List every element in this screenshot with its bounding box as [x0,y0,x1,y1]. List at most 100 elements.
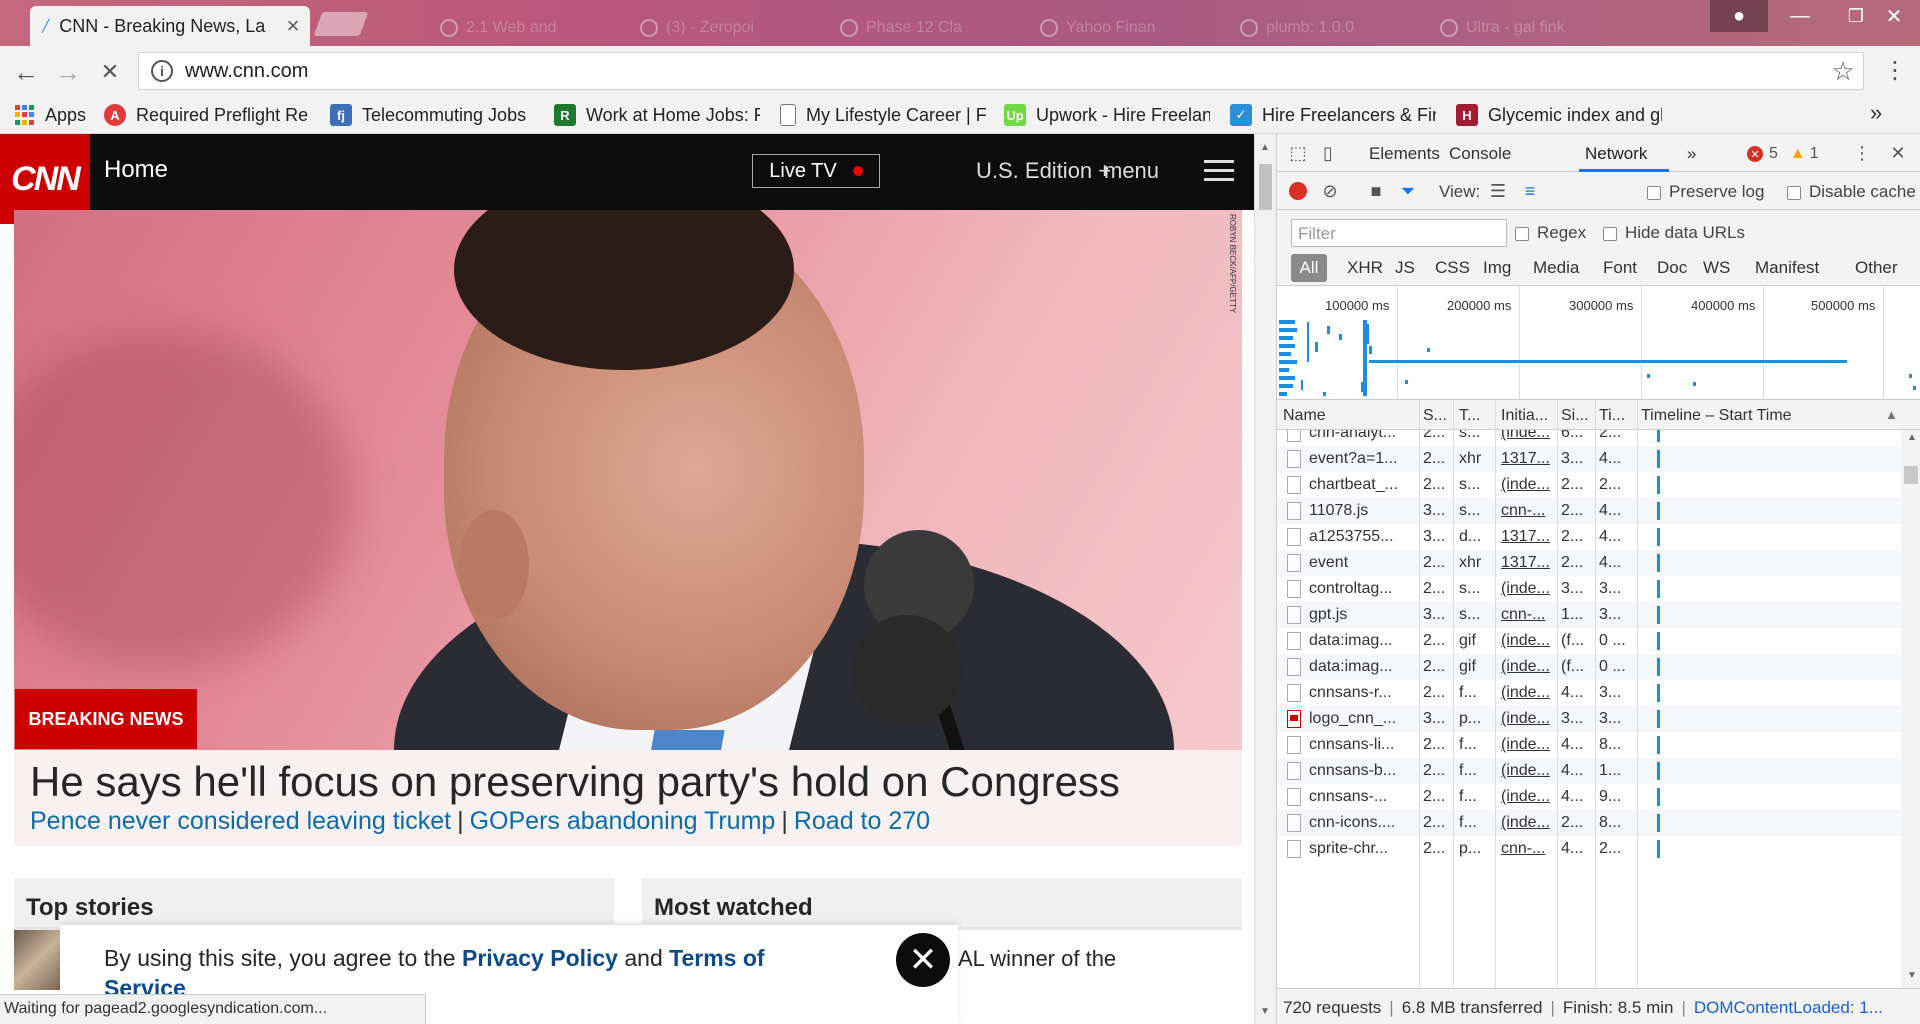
col-status[interactable]: S... [1423,407,1451,425]
rows-scrollbar[interactable]: ▲ ▼ [1901,430,1920,988]
scroll-up-icon[interactable]: ▲ [1907,432,1917,443]
devtools-menu-icon[interactable]: ⋮ [1849,140,1875,166]
disable-cache-checkbox[interactable]: Disable cache [1787,182,1916,202]
story-thumbnail[interactable] [14,930,60,990]
type-filter-css[interactable]: CSS [1435,258,1470,278]
table-row[interactable]: data:imag... 2... gif (inde... (f... 0 ... [1277,628,1901,654]
table-row[interactable]: sprite-chr... 2... p... cnn-... 4... 2... [1277,836,1901,862]
bookmarks-more-icon[interactable]: » [1870,100,1882,126]
capture-screenshots-icon[interactable]: ■ [1363,178,1389,204]
bookmark-glycemic[interactable]: H Glycemic index and gl [1456,100,1662,130]
site-info-icon[interactable]: i [151,60,173,82]
cell-initiator[interactable]: (inde... [1501,788,1553,806]
type-filter-js[interactable]: JS [1395,258,1415,278]
edition-selector[interactable]: U.S. Edition + [976,158,1111,184]
col-initiator[interactable]: Initia... [1501,407,1553,425]
type-filter-media[interactable]: Media [1533,258,1579,278]
close-icon[interactable]: ✕ [896,933,950,987]
cell-initiator[interactable]: (inde... [1501,736,1553,754]
stop-reload-button[interactable]: ✕ [94,56,126,88]
cell-initiator[interactable]: cnn-... [1501,606,1553,624]
type-filter-all[interactable]: All [1291,254,1327,282]
menu-label[interactable]: menu [1104,158,1159,184]
related-link[interactable]: Pence never considered leaving ticket [30,807,451,835]
type-filter-manifest[interactable]: Manifest [1755,258,1819,278]
cell-initiator[interactable]: cnn-... [1501,840,1553,858]
cell-initiator[interactable]: cnn-... [1501,502,1553,520]
type-filter-doc[interactable]: Doc [1657,258,1687,278]
cell-initiator[interactable]: (inde... [1501,710,1553,728]
headline-link[interactable]: He says he'll focus on preserving party'… [30,758,1120,806]
tab-cnn[interactable]: ╱ CNN - Breaking News, La × [30,6,310,46]
back-button[interactable]: ← [10,56,42,88]
bookmark-freelancer[interactable]: ✓ Hire Freelancers & Fin [1230,100,1436,130]
page-scrollbar[interactable]: ▲ ▼ [1254,134,1276,1024]
table-row[interactable]: cnnsans-r... 2... f... (inde... 4... 3... [1277,680,1901,706]
cell-initiator[interactable]: 1317... [1501,528,1553,546]
bookmark-work-at-home[interactable]: R Work at Home Jobs: F [554,100,760,130]
col-time[interactable]: Ti... [1599,407,1625,425]
scroll-thumb[interactable] [1904,466,1918,484]
tab-background[interactable]: Ultra - gal fink [1440,8,1565,48]
tab-close-icon[interactable]: × [276,13,310,39]
device-toolbar-icon[interactable]: ▯ [1315,140,1341,166]
cell-initiator[interactable]: (inde... [1501,762,1553,780]
tab-elements[interactable]: Elements [1369,144,1440,164]
large-rows-icon[interactable]: ☰ [1485,178,1511,204]
clear-icon[interactable]: ⊘ [1317,178,1343,204]
inspect-element-icon[interactable]: ⬚ [1285,140,1311,166]
hero-image[interactable] [14,210,1242,750]
sort-arrow-icon[interactable]: ▲ [1885,407,1898,422]
type-filter-img[interactable]: Img [1483,258,1511,278]
scroll-up-icon[interactable]: ▲ [1260,142,1270,153]
network-overview[interactable]: 100000 ms 200000 ms 300000 ms 400000 ms … [1277,286,1920,400]
record-icon[interactable] [1289,182,1307,200]
address-bar[interactable]: i www.cnn.com ☆ [138,52,1864,90]
cell-initiator[interactable]: (inde... [1501,632,1553,650]
type-filter-ws[interactable]: WS [1703,258,1730,278]
filter-input[interactable]: Filter [1291,219,1507,247]
cell-initiator[interactable]: (inde... [1501,430,1553,442]
cell-initiator[interactable]: (inde... [1501,476,1553,494]
type-filter-xhr[interactable]: XHR [1347,258,1383,278]
table-row[interactable]: logo_cnn_... 3... p... (inde... 3... 3... [1277,706,1901,732]
table-row[interactable]: gpt.js 3... s... cnn-... 1... 3... [1277,602,1901,628]
overview-icon[interactable]: ≡ [1517,178,1543,204]
tab-background[interactable]: 2.1 Web and [440,8,556,48]
live-tv-button[interactable]: Live TV [752,154,880,188]
table-row[interactable]: cnnsans-... 2... f... (inde... 4... 9... [1277,784,1901,810]
bookmark-upwork[interactable]: Up Upwork - Hire Freelan [1004,100,1210,130]
url-text[interactable]: www.cnn.com [185,60,1823,83]
preserve-log-checkbox[interactable]: Preserve log [1647,182,1764,202]
more-tabs-icon[interactable]: » [1687,144,1696,164]
tab-background[interactable]: Phase 12 Cla [840,8,962,48]
type-filter-other[interactable]: Other [1855,258,1898,278]
browser-menu-icon[interactable]: ⋮ [1880,56,1910,86]
bookmark-lifestyle-career[interactable]: My Lifestyle Career | F [780,100,986,130]
filter-icon[interactable]: ⏷ [1395,178,1421,204]
table-row[interactable]: controltag... 2... s... (inde... 3... 3... [1277,576,1901,602]
hamburger-menu-icon[interactable] [1204,160,1234,182]
table-row[interactable]: 11078.js 3... s... cnn-... 2... 4... [1277,498,1901,524]
tab-background[interactable]: (3) - Zeropoi [640,8,754,48]
cell-initiator[interactable]: (inde... [1501,684,1553,702]
most-watched-snippet[interactable]: AL winner of the [958,946,1116,972]
cell-initiator[interactable]: (inde... [1501,658,1553,676]
cell-initiator[interactable]: 1317... [1501,450,1553,468]
bookmark-star-icon[interactable]: ☆ [1823,56,1863,87]
table-row[interactable]: data:imag... 2... gif (inde... (f... 0 ... [1277,654,1901,680]
table-row[interactable]: cnnsans-li... 2... f... (inde... 4... 8... [1277,732,1901,758]
table-row[interactable]: cnnsans-b... 2... f... (inde... 4... 1... [1277,758,1901,784]
hide-data-urls-checkbox[interactable]: Hide data URLs [1603,223,1745,243]
regex-checkbox[interactable]: Regex [1515,223,1586,243]
bookmark-apps[interactable]: Apps [14,100,94,130]
user-icon[interactable]: ● [1710,0,1768,32]
close-window-button[interactable]: ✕ [1868,0,1920,32]
tab-background[interactable]: Yahoo Finan [1040,8,1156,48]
bookmark-telecommuting[interactable]: fj Telecommuting Jobs [330,100,540,130]
new-tab-button[interactable] [313,12,369,36]
type-filter-font[interactable]: Font [1603,258,1637,278]
table-row[interactable]: chartbeat_... 2... s... (inde... 2... 2... [1277,472,1901,498]
cell-initiator[interactable]: 1317... [1501,554,1553,572]
issues-counter[interactable]: ✕ 5 ▲ 1 [1747,145,1819,163]
